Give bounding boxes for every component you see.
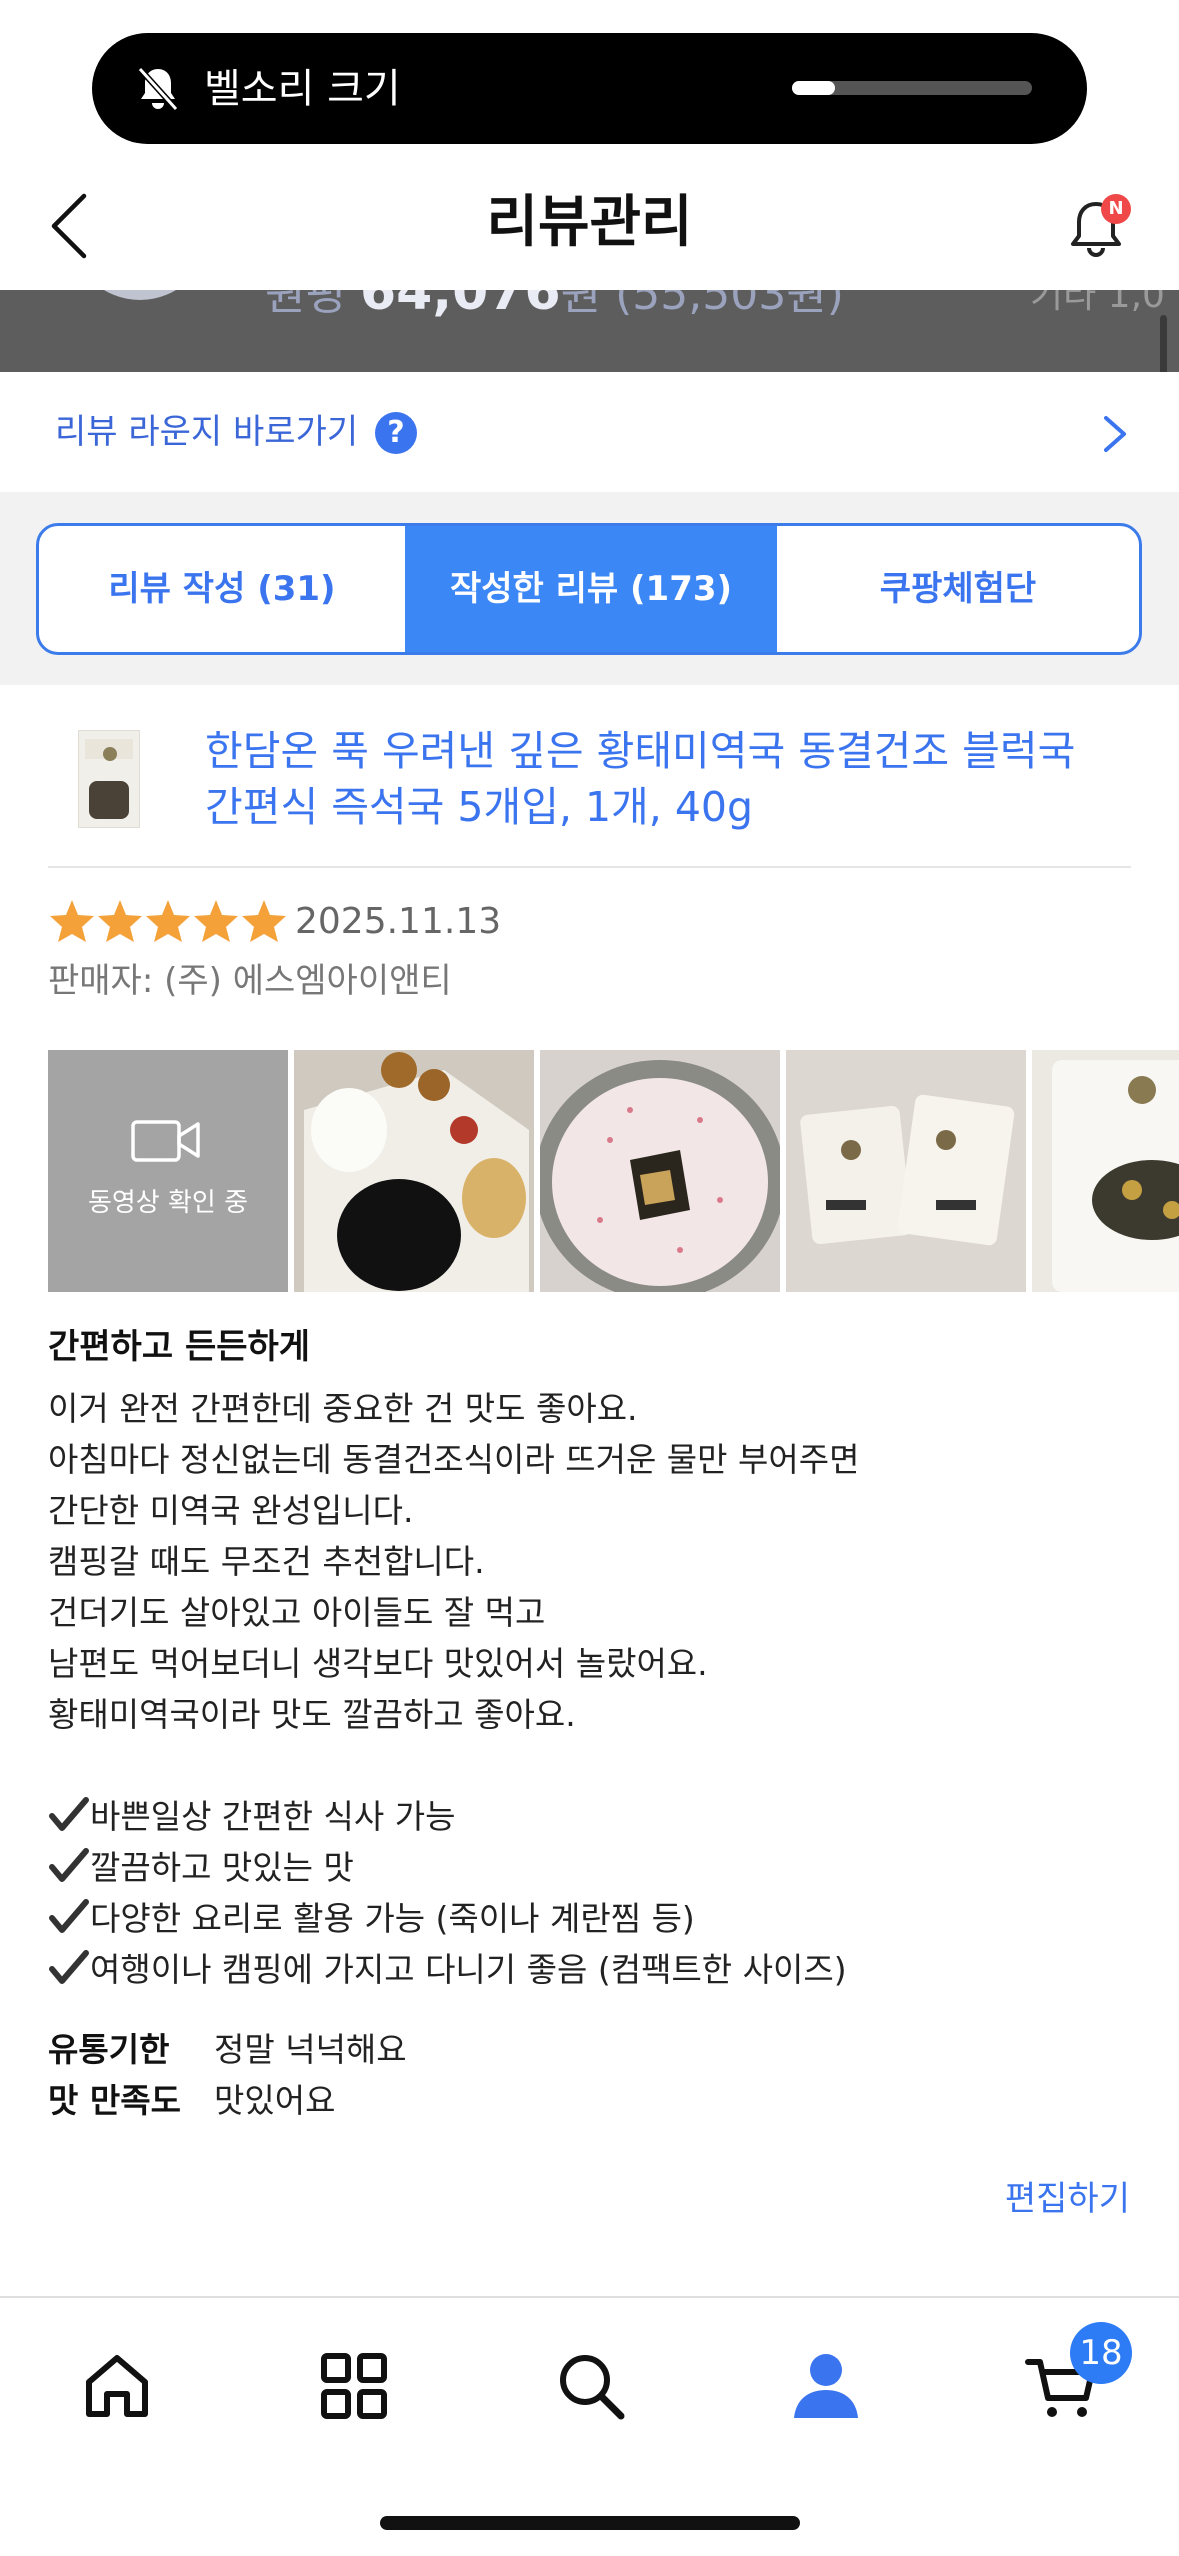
avatar <box>70 290 210 300</box>
top-header: 리뷰관리 N <box>0 160 1179 290</box>
review-line: 캠핑갈 때도 무조건 추천합니다. <box>48 1542 485 1581</box>
review-lounge-label: 리뷰 라운지 바로가기 <box>55 412 359 452</box>
points-summary: 원평 64,076원 (55,503원) <box>265 290 844 322</box>
star-icon <box>98 900 142 942</box>
volume-fill <box>792 81 836 95</box>
chevron-right-icon <box>1104 416 1126 452</box>
summary-right-text: 기타 1,0 <box>1030 290 1165 316</box>
checkmark-icon <box>49 1797 89 1831</box>
review-line: 간단한 미역국 완성입니다. <box>48 1491 414 1530</box>
home-icon[interactable] <box>77 2346 157 2426</box>
category-grid-icon[interactable] <box>314 2346 394 2426</box>
notification-badge: N <box>1101 194 1131 224</box>
checkmark-icon <box>49 1899 89 1933</box>
volume-track <box>792 81 1032 95</box>
review-body: 이거 완전 간편한데 중요한 건 맛도 좋아요. 아침마다 정신없는데 동결건조… <box>48 1383 1138 1995</box>
user-summary-peek: 원평 64,076원 (55,503원) 기타 1,0 <box>0 290 1179 372</box>
video-camera-icon <box>131 1120 200 1162</box>
checklist-item: 다양한 요리로 활용 가능 (죽이나 계란찜 등) <box>48 1893 1138 1944</box>
ringer-label: 벨소리 크기 <box>204 66 401 112</box>
review-lounge-link[interactable]: 리뷰 라운지 바로가기 ? <box>0 372 1179 492</box>
edit-review-button[interactable]: 편집하기 <box>980 2175 1130 2223</box>
bell-slash-icon <box>137 66 179 112</box>
review-photo-1[interactable] <box>294 1050 534 1292</box>
review-photo-2[interactable] <box>540 1050 780 1292</box>
product-title[interactable]: 한담온 푹 우려낸 깊은 황태미역국 동결건조 블럭국 간편식 즉석국 5개입,… <box>205 723 1125 835</box>
tab-write-review[interactable]: 리뷰 작성 (31) <box>39 526 405 652</box>
product-thumbnail[interactable] <box>78 730 140 828</box>
attribute-value: 정말 넉넉해요 <box>214 2030 407 2069</box>
attribute-value: 맛있어요 <box>214 2081 336 2120</box>
search-icon[interactable] <box>551 2346 631 2426</box>
divider <box>48 866 1131 868</box>
checklist-item: 바쁜일상 간편한 식사 가능 <box>48 1791 1138 1842</box>
tab-coupang-experience[interactable]: 쿠팡체험단 <box>777 526 1139 652</box>
seller-name: 판매자: (주) 에스엠아이앤티 <box>48 961 452 1001</box>
attribute-row: 유통기한 정말 넉넉해요 <box>48 2024 407 2075</box>
star-rating <box>48 898 288 944</box>
page-title: 리뷰관리 <box>486 190 693 255</box>
review-media-strip: 동영상 확인 중 <box>48 1050 1179 1292</box>
star-icon <box>242 900 286 942</box>
review-photo-4[interactable] <box>1032 1050 1179 1292</box>
review-line: 이거 완전 간편한데 중요한 건 맛도 좋아요. <box>48 1389 638 1428</box>
checkmark-icon <box>49 1848 89 1882</box>
attribute-row: 맛 만족도 맛있어요 <box>48 2075 407 2126</box>
my-page-icon[interactable] <box>786 2346 866 2426</box>
notification-button[interactable]: N <box>1056 190 1136 270</box>
review-line: 아침마다 정신없는데 동결건조식이라 뜨거운 물만 부어주면 <box>48 1440 860 1479</box>
review-photo-3[interactable] <box>786 1050 1026 1292</box>
review-tabs: 리뷰 작성 (31) 작성한 리뷰 (173) 쿠팡체험단 <box>36 523 1142 655</box>
video-status-label: 동영상 확인 중 <box>87 1188 249 1218</box>
video-thumbnail[interactable]: 동영상 확인 중 <box>48 1050 288 1292</box>
review-date: 2025.11.13 <box>295 901 502 942</box>
checklist-item: 여행이나 캠핑에 가지고 다니기 좋음 (컴팩트한 사이즈) <box>48 1944 1138 1995</box>
review-line: 황태미역국이라 맛도 깔끔하고 좋아요. <box>48 1695 576 1734</box>
star-icon <box>50 900 94 942</box>
review-tabs-area: 리뷰 작성 (31) 작성한 리뷰 (173) 쿠팡체험단 <box>0 492 1179 685</box>
ringer-volume-hud: 벨소리 크기 <box>92 33 1087 144</box>
tab-written-reviews[interactable]: 작성한 리뷰 (173) <box>405 526 777 652</box>
help-icon[interactable]: ? <box>375 412 417 454</box>
review-headline: 간편하고 든든하게 <box>48 1327 311 1367</box>
attribute-key: 유통기한 <box>48 2030 170 2069</box>
star-icon <box>146 900 190 942</box>
attribute-key: 맛 만족도 <box>48 2081 181 2120</box>
home-indicator[interactable] <box>380 2516 800 2530</box>
review-line: 남편도 먹어보더니 생각보다 맛있어서 놀랐어요. <box>48 1644 708 1683</box>
checklist-item: 깔끔하고 맛있는 맛 <box>48 1842 1138 1893</box>
cart-count-badge: 18 <box>1070 2322 1132 2384</box>
review-line: 건더기도 살아있고 아이들도 잘 먹고 <box>48 1593 546 1632</box>
checkmark-icon <box>49 1950 89 1984</box>
star-icon <box>194 900 238 942</box>
review-attributes: 유통기한 정말 넉넉해요 맛 만족도 맛있어요 <box>48 2024 407 2126</box>
